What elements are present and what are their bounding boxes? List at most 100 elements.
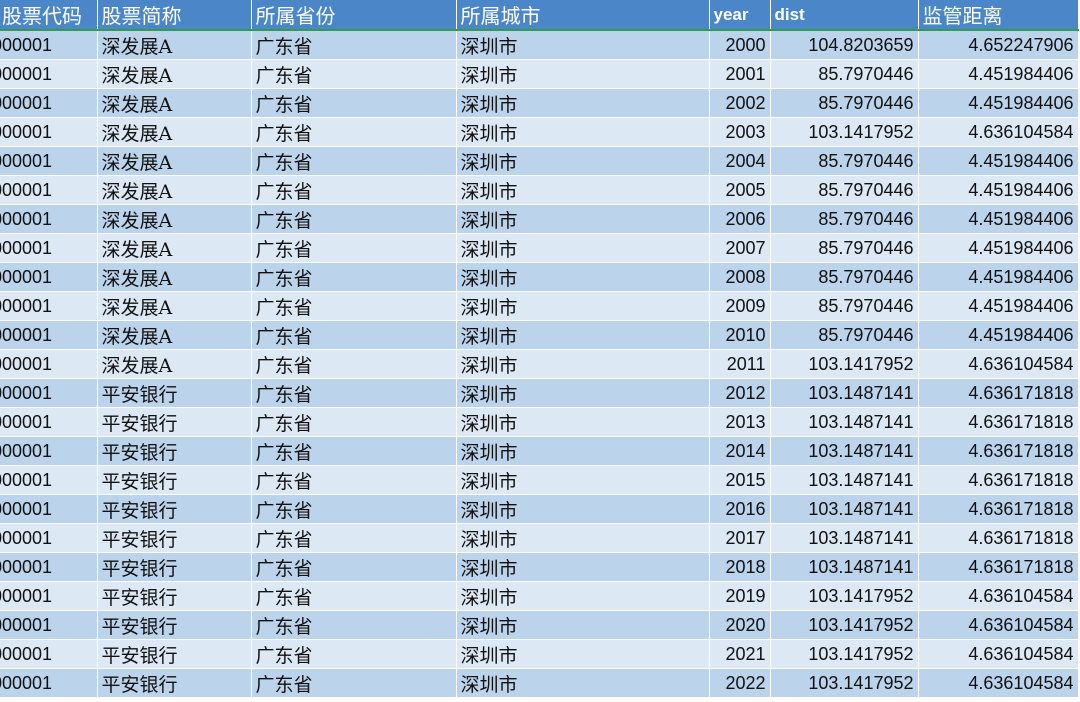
cell-province[interactable]: 广东省 xyxy=(251,88,457,118)
cell-regulatory-distance[interactable]: 4.451984406 xyxy=(918,291,1079,321)
cell-stock-name[interactable]: 平安银行 xyxy=(97,639,252,669)
cell-stock-code[interactable]: 000001 xyxy=(0,639,98,669)
cell-stock-code[interactable]: 000001 xyxy=(0,610,98,640)
cell-province[interactable]: 广东省 xyxy=(251,581,457,611)
cell-stock-code[interactable]: 000001 xyxy=(0,88,98,118)
cell-dist[interactable]: 103.1417952 xyxy=(770,668,919,698)
cell-stock-name[interactable]: 深发展A xyxy=(97,349,252,379)
cell-year[interactable]: 2010 xyxy=(709,320,771,350)
cell-city[interactable]: 深圳市 xyxy=(456,30,710,60)
cell-dist[interactable]: 103.1487141 xyxy=(770,465,919,495)
cell-province[interactable]: 广东省 xyxy=(251,349,457,379)
cell-stock-code[interactable]: 000001 xyxy=(0,407,98,437)
cell-regulatory-distance[interactable]: 4.451984406 xyxy=(918,59,1079,89)
cell-city[interactable]: 深圳市 xyxy=(456,88,710,118)
cell-province[interactable]: 广东省 xyxy=(251,668,457,698)
cell-year[interactable]: 2016 xyxy=(709,494,771,524)
column-header-city[interactable]: 所属城市 xyxy=(456,0,710,31)
cell-regulatory-distance[interactable]: 4.451984406 xyxy=(918,204,1079,234)
cell-dist[interactable]: 103.1417952 xyxy=(770,349,919,379)
cell-province[interactable]: 广东省 xyxy=(251,407,457,437)
cell-stock-code[interactable]: 000001 xyxy=(0,465,98,495)
cell-province[interactable]: 广东省 xyxy=(251,436,457,466)
cell-stock-name[interactable]: 深发展A xyxy=(97,291,252,321)
cell-year[interactable]: 2014 xyxy=(709,436,771,466)
cell-city[interactable]: 深圳市 xyxy=(456,639,710,669)
cell-year[interactable]: 2002 xyxy=(709,88,771,118)
cell-regulatory-distance[interactable]: 4.636171818 xyxy=(918,465,1079,495)
cell-dist[interactable]: 103.1417952 xyxy=(770,639,919,669)
cell-province[interactable]: 广东省 xyxy=(251,117,457,147)
cell-city[interactable]: 深圳市 xyxy=(456,407,710,437)
cell-dist[interactable]: 103.1487141 xyxy=(770,523,919,553)
cell-year[interactable]: 2011 xyxy=(709,349,771,379)
cell-province[interactable]: 广东省 xyxy=(251,30,457,60)
cell-year[interactable]: 2015 xyxy=(709,465,771,495)
cell-dist[interactable]: 85.7970446 xyxy=(770,88,919,118)
cell-dist[interactable]: 103.1417952 xyxy=(770,581,919,611)
cell-stock-code[interactable]: 000001 xyxy=(0,552,98,582)
cell-city[interactable]: 深圳市 xyxy=(456,465,710,495)
cell-stock-name[interactable]: 深发展A xyxy=(97,146,252,176)
cell-stock-code[interactable]: 000001 xyxy=(0,523,98,553)
cell-dist[interactable]: 103.1417952 xyxy=(770,610,919,640)
cell-city[interactable]: 深圳市 xyxy=(456,610,710,640)
cell-regulatory-distance[interactable]: 4.636171818 xyxy=(918,407,1079,437)
cell-stock-name[interactable]: 深发展A xyxy=(97,59,252,89)
cell-stock-name[interactable]: 深发展A xyxy=(97,320,252,350)
cell-province[interactable]: 广东省 xyxy=(251,320,457,350)
cell-province[interactable]: 广东省 xyxy=(251,233,457,263)
cell-province[interactable]: 广东省 xyxy=(251,610,457,640)
cell-regulatory-distance[interactable]: 4.636171818 xyxy=(918,494,1079,524)
cell-year[interactable]: 2004 xyxy=(709,146,771,176)
cell-city[interactable]: 深圳市 xyxy=(456,378,710,408)
cell-city[interactable]: 深圳市 xyxy=(456,581,710,611)
cell-city[interactable]: 深圳市 xyxy=(456,117,710,147)
cell-city[interactable]: 深圳市 xyxy=(456,436,710,466)
cell-year[interactable]: 2019 xyxy=(709,581,771,611)
cell-dist[interactable]: 103.1487141 xyxy=(770,407,919,437)
cell-year[interactable]: 2018 xyxy=(709,552,771,582)
column-header-regulatory-distance[interactable]: 监管距离 xyxy=(918,0,1079,31)
cell-regulatory-distance[interactable]: 4.636104584 xyxy=(918,349,1079,379)
column-header-stock-name[interactable]: 股票简称 xyxy=(97,0,252,31)
cell-province[interactable]: 广东省 xyxy=(251,59,457,89)
cell-regulatory-distance[interactable]: 4.636171818 xyxy=(918,523,1079,553)
cell-province[interactable]: 广东省 xyxy=(251,639,457,669)
cell-stock-name[interactable]: 平安银行 xyxy=(97,552,252,582)
cell-stock-code[interactable]: 000001 xyxy=(0,436,98,466)
cell-province[interactable]: 广东省 xyxy=(251,291,457,321)
cell-regulatory-distance[interactable]: 4.451984406 xyxy=(918,262,1079,292)
cell-stock-code[interactable]: 000001 xyxy=(0,581,98,611)
cell-stock-code[interactable]: 000001 xyxy=(0,291,98,321)
cell-province[interactable]: 广东省 xyxy=(251,262,457,292)
column-header-stock-code[interactable]: 股票代码 xyxy=(0,0,98,31)
cell-city[interactable]: 深圳市 xyxy=(456,668,710,698)
cell-regulatory-distance[interactable]: 4.451984406 xyxy=(918,233,1079,263)
cell-year[interactable]: 2020 xyxy=(709,610,771,640)
cell-regulatory-distance[interactable]: 4.636171818 xyxy=(918,378,1079,408)
cell-dist[interactable]: 85.7970446 xyxy=(770,175,919,205)
cell-dist[interactable]: 103.1417952 xyxy=(770,117,919,147)
cell-stock-name[interactable]: 深发展A xyxy=(97,117,252,147)
cell-stock-code[interactable]: 000001 xyxy=(0,349,98,379)
cell-stock-code[interactable]: 000001 xyxy=(0,146,98,176)
cell-regulatory-distance[interactable]: 4.636104584 xyxy=(918,639,1079,669)
cell-regulatory-distance[interactable]: 4.451984406 xyxy=(918,88,1079,118)
cell-stock-code[interactable]: 000001 xyxy=(0,668,98,698)
cell-dist[interactable]: 85.7970446 xyxy=(770,262,919,292)
cell-province[interactable]: 广东省 xyxy=(251,465,457,495)
cell-year[interactable]: 2021 xyxy=(709,639,771,669)
cell-stock-name[interactable]: 深发展A xyxy=(97,262,252,292)
cell-dist[interactable]: 85.7970446 xyxy=(770,291,919,321)
cell-province[interactable]: 广东省 xyxy=(251,204,457,234)
cell-year[interactable]: 2012 xyxy=(709,378,771,408)
cell-dist[interactable]: 85.7970446 xyxy=(770,59,919,89)
cell-city[interactable]: 深圳市 xyxy=(456,552,710,582)
cell-city[interactable]: 深圳市 xyxy=(456,523,710,553)
cell-year[interactable]: 2007 xyxy=(709,233,771,263)
column-header-province[interactable]: 所属省份 xyxy=(251,0,457,31)
cell-stock-name[interactable]: 深发展A xyxy=(97,88,252,118)
cell-regulatory-distance[interactable]: 4.451984406 xyxy=(918,320,1079,350)
cell-year[interactable]: 2017 xyxy=(709,523,771,553)
